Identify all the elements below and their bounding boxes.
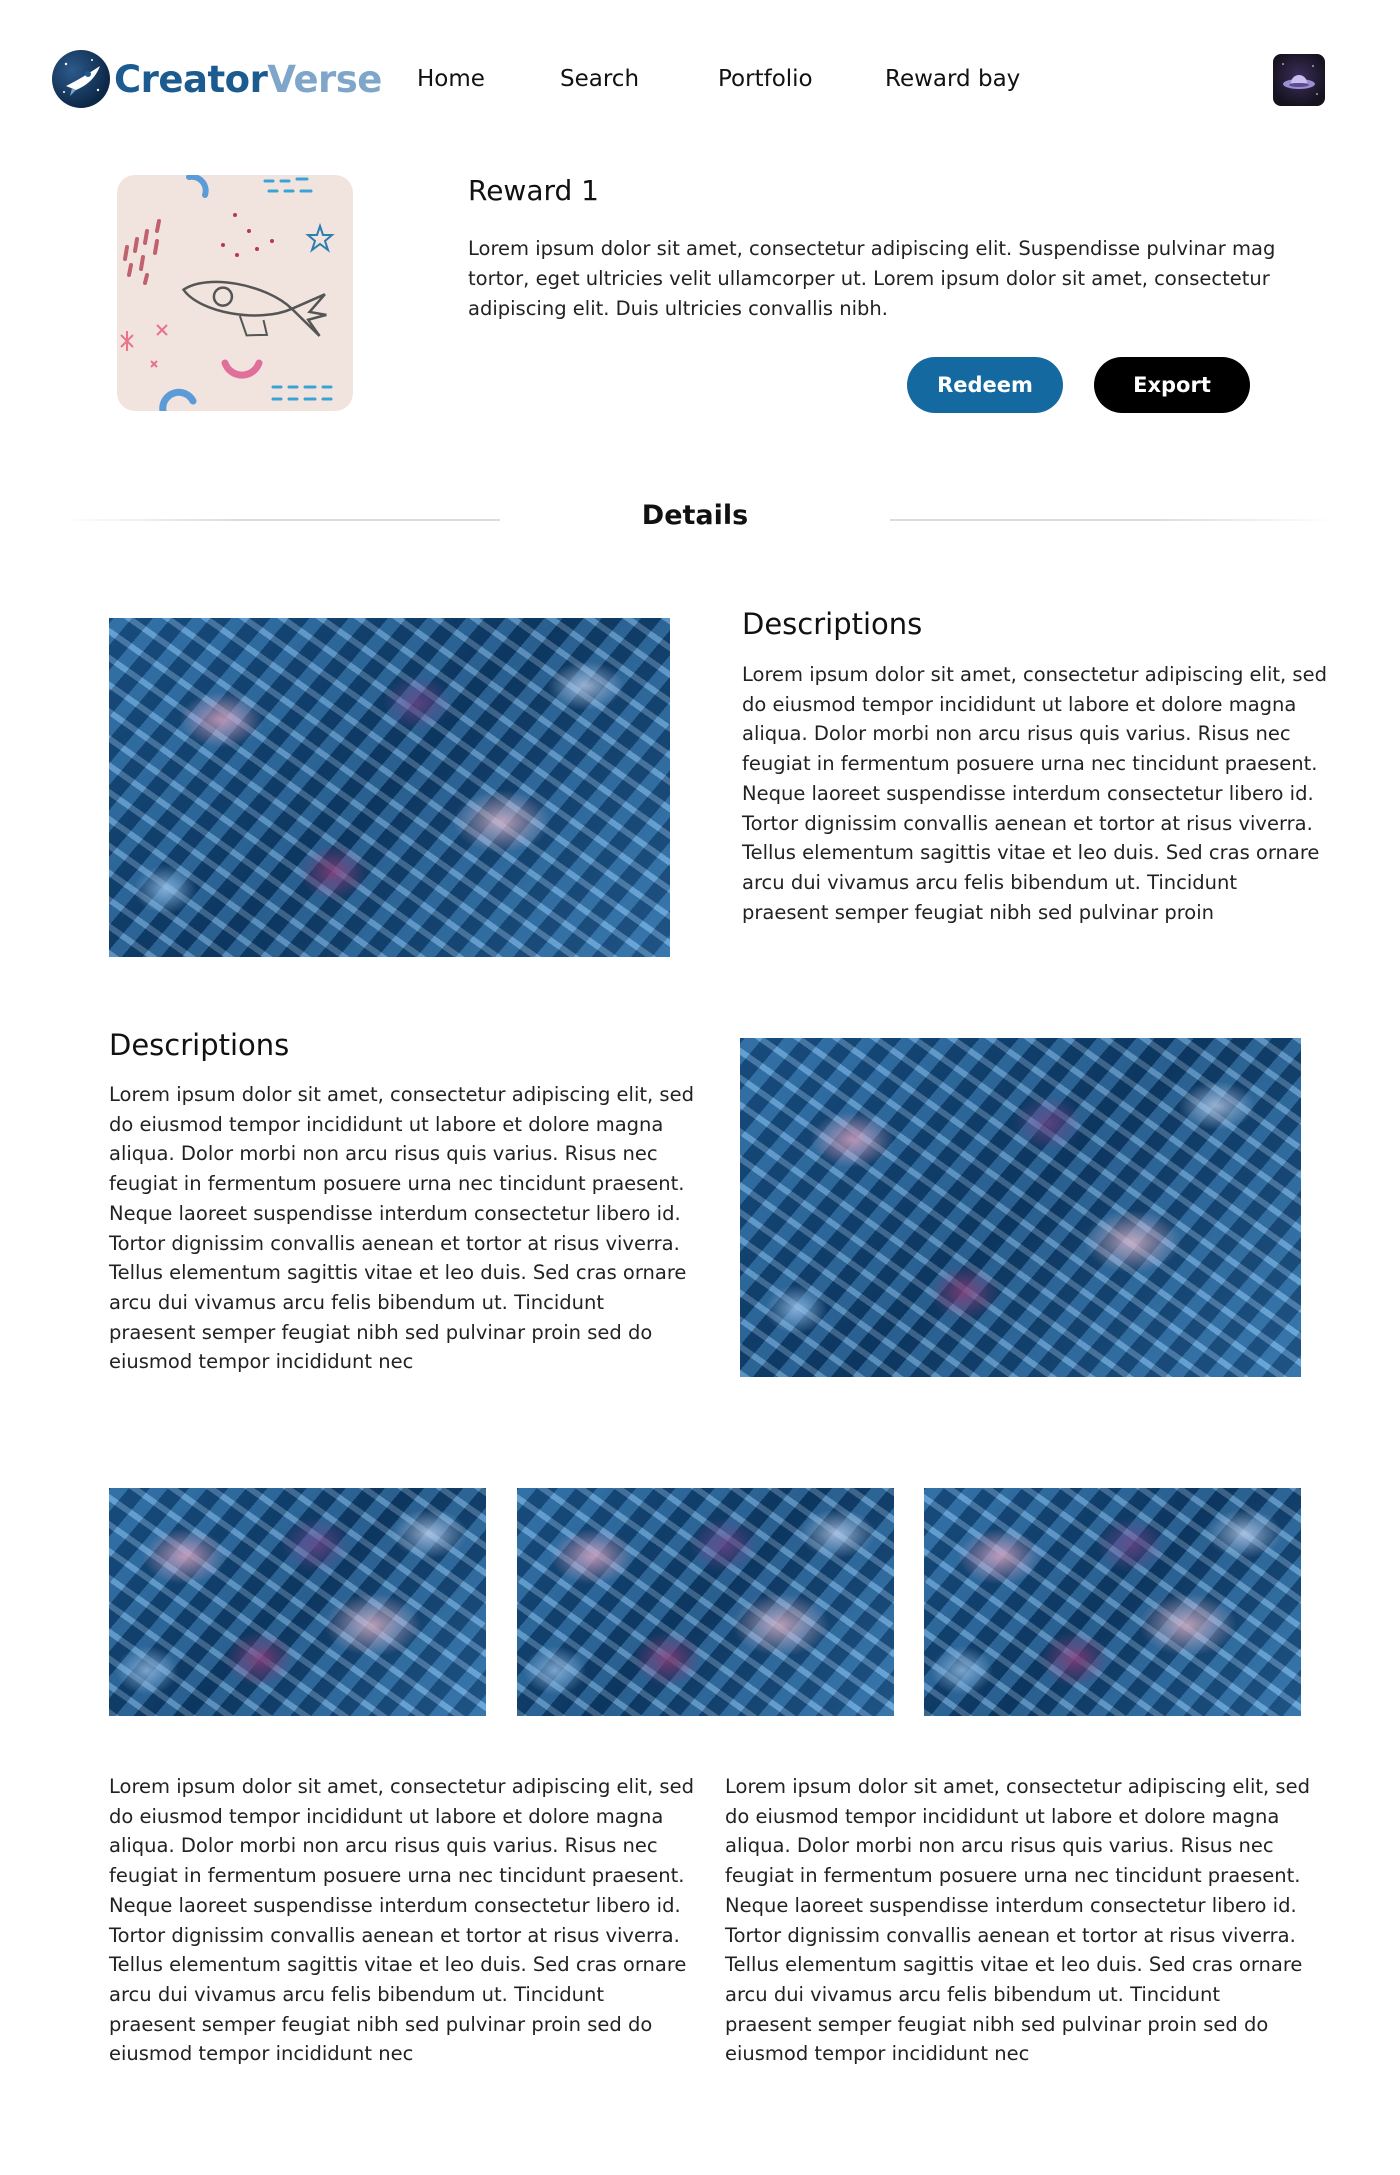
ufo-avatar-icon[interactable] [1273,54,1325,106]
logo-wordmark-part2: Verse [267,57,382,101]
puzzle-image-2 [740,1038,1301,1377]
logo-wordmark-part1: Creator [114,57,268,101]
bottom-left-text: Lorem ipsum dolor sit amet, consectetur … [109,1775,694,2066]
section2-heading: Descriptions [109,1028,290,1062]
bottom-right-text: Lorem ipsum dolor sit amet, consectetur … [725,1775,1310,2066]
reward-thumbnail [117,175,353,411]
nav-reward-bay[interactable]: Reward bay [885,66,1020,92]
section2-text: Lorem ipsum dolor sit amet, consectetur … [109,1083,694,1374]
nav-portfolio[interactable]: Portfolio [718,66,813,92]
section1-text: Lorem ipsum dolor sit amet, consectetur … [742,663,1327,924]
gallery-image-3[interactable] [924,1488,1301,1716]
reward-title: Reward 1 [468,174,599,207]
export-button[interactable]: Export [1094,357,1250,413]
puzzle-image-1 [109,618,670,957]
rocket-illustration-icon [120,175,335,411]
rocket-logo-icon [52,50,110,108]
gallery-image-1[interactable] [109,1488,486,1716]
details-title: Details [641,500,749,531]
section1-heading: Descriptions [742,607,923,641]
nav-home[interactable]: Home [417,66,485,92]
logo[interactable]: CreatorVerse [52,50,382,108]
reward-description: Lorem ipsum dolor sit amet, consectetur … [468,237,1276,320]
details-divider-right [890,519,1335,521]
nav-search[interactable]: Search [560,66,639,92]
gallery-image-2[interactable] [517,1488,894,1716]
redeem-button[interactable]: Redeem [907,357,1063,413]
logo-wordmark: CreatorVerse [114,58,382,101]
